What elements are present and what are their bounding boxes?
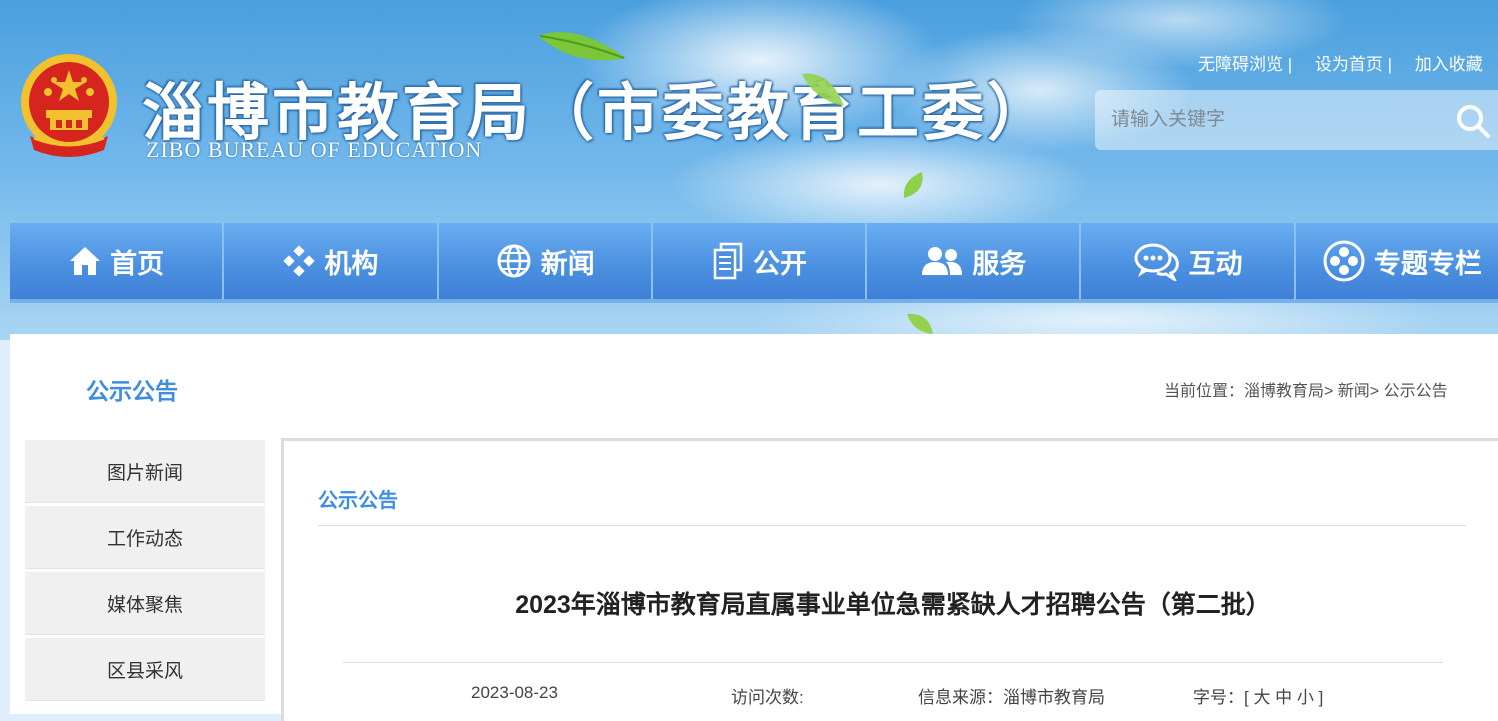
article-date: 2023-08-23 xyxy=(471,683,558,702)
document-icon xyxy=(713,242,743,280)
leaf-decoration-icon xyxy=(907,313,933,334)
nav-news[interactable]: 新闻 xyxy=(439,223,653,299)
main-nav: 首页 机构 新闻 公开 服务 互动 专题专栏 xyxy=(10,223,1498,303)
nav-special[interactable]: 专题专栏 xyxy=(1296,223,1498,299)
nav-label: 机构 xyxy=(324,248,379,279)
accessibility-link[interactable]: 无障碍浏览 | xyxy=(1198,55,1292,74)
nav-service[interactable]: 服务 xyxy=(867,223,1082,299)
article-container xyxy=(281,438,1498,721)
divider xyxy=(343,662,1443,663)
breadcrumb[interactable]: 当前位置：淄博教育局> 新闻> 公示公告 xyxy=(1164,377,1448,401)
nav-interaction[interactable]: 互动 xyxy=(1081,223,1296,299)
section-title: 公示公告 xyxy=(86,378,178,404)
users-icon xyxy=(922,247,963,275)
add-favorite-link[interactable]: 加入收藏 xyxy=(1415,55,1483,74)
nav-public[interactable]: 公开 xyxy=(653,223,868,299)
site-subtitle: ZIBO BUREAU OF EDUCATION xyxy=(146,137,483,162)
leaf-decoration-icon xyxy=(903,172,923,198)
org-icon xyxy=(283,245,316,277)
sidebar: 图片新闻 工作动态 媒体聚焦 区县采风 xyxy=(25,440,265,704)
search-box xyxy=(1095,90,1498,150)
search-input[interactable] xyxy=(1109,104,1443,136)
sidebar-item-work-updates[interactable]: 工作动态 xyxy=(25,506,265,569)
set-homepage-link[interactable]: 设为首页 | xyxy=(1315,55,1392,74)
nav-label: 新闻 xyxy=(540,248,595,279)
divider xyxy=(318,525,1466,526)
visit-count: 访问次数: xyxy=(731,688,804,707)
home-icon xyxy=(70,247,101,275)
sidebar-item-district-news[interactable]: 区县采风 xyxy=(25,638,265,701)
globe-icon xyxy=(497,244,531,278)
leaf-decoration-icon xyxy=(538,32,626,61)
special-icon xyxy=(1323,240,1365,282)
article-title: 2023年淄博市教育局直属事业单位急需紧缺人才招聘公告（第二批） xyxy=(515,591,1271,619)
nav-label: 首页 xyxy=(110,248,165,279)
article-source: 信息来源：淄博市教育局 xyxy=(918,688,1105,707)
top-links: 无障碍浏览 | 设为首页 | 加入收藏 xyxy=(1198,50,1498,75)
sidebar-item-media-focus[interactable]: 媒体聚焦 xyxy=(25,572,265,635)
chat-icon xyxy=(1134,243,1179,281)
nav-label: 专题专栏 xyxy=(1373,248,1482,279)
nav-home[interactable]: 首页 xyxy=(10,223,225,299)
nav-label: 互动 xyxy=(1188,248,1243,279)
article-category: 公示公告 xyxy=(318,490,398,512)
nav-label: 公开 xyxy=(752,248,807,279)
search-icon[interactable] xyxy=(1455,103,1491,139)
font-size-switcher[interactable]: 字号：[ 大 中 小 ] xyxy=(1193,683,1323,708)
nav-organization[interactable]: 机构 xyxy=(224,223,439,299)
leaf-decoration-icon xyxy=(802,73,844,106)
sidebar-item-photo-news[interactable]: 图片新闻 xyxy=(25,440,265,503)
national-emblem-icon xyxy=(21,54,117,157)
nav-label: 服务 xyxy=(972,248,1027,279)
